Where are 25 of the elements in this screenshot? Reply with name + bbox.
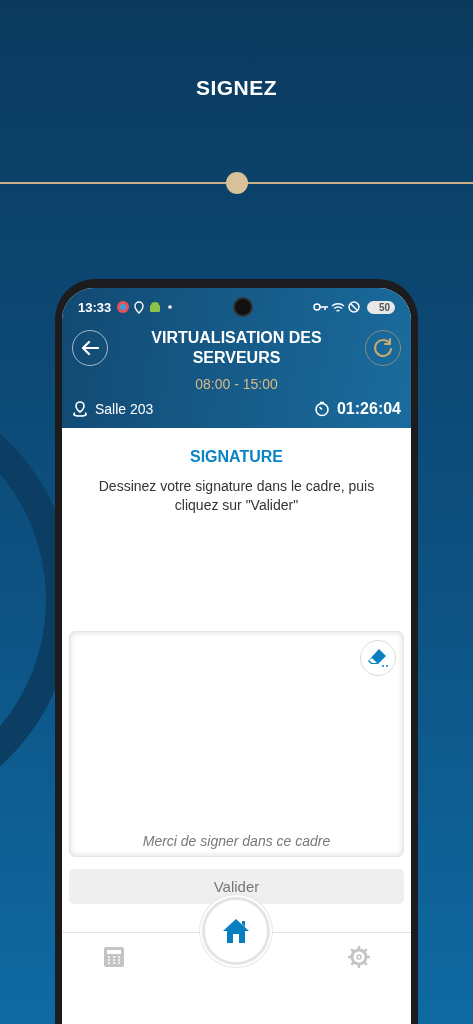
home-icon bbox=[222, 918, 251, 944]
instructions-text: Dessinez votre signature dans le cadre, puis cliquez sur "Valider" bbox=[97, 477, 376, 515]
signature-pad[interactable]: Merci de signer dans ce cadre bbox=[69, 631, 404, 857]
section-heading: SIGNATURE bbox=[189, 448, 283, 466]
elapsed-timer: 01:26:04 bbox=[336, 400, 401, 418]
session-title: VIRTUALISATION DES SERVEURS bbox=[150, 328, 323, 368]
battery-level: 50 bbox=[366, 300, 395, 314]
timer-icon bbox=[313, 401, 330, 417]
refresh-icon bbox=[372, 337, 394, 359]
page-title: SIGNEZ bbox=[195, 76, 278, 100]
home-tab[interactable] bbox=[202, 897, 271, 965]
gear-icon bbox=[348, 946, 371, 968]
eraser-icon bbox=[366, 647, 390, 669]
status-time: 13:33 bbox=[78, 299, 112, 315]
session-schedule: 08:00 - 15:00 bbox=[194, 376, 279, 392]
pad-placeholder: Merci de signer dans ce cadre bbox=[142, 833, 331, 849]
step-dot bbox=[225, 172, 248, 194]
location-pin-icon bbox=[72, 400, 88, 418]
calculator-icon bbox=[103, 947, 124, 967]
camera-hole bbox=[233, 297, 254, 317]
back-arrow-icon bbox=[81, 340, 99, 356]
status-icons bbox=[312, 300, 361, 314]
status-icons bbox=[117, 300, 174, 314]
room-label: Salle 203 bbox=[95, 401, 154, 417]
eraser-button[interactable] bbox=[360, 640, 396, 676]
